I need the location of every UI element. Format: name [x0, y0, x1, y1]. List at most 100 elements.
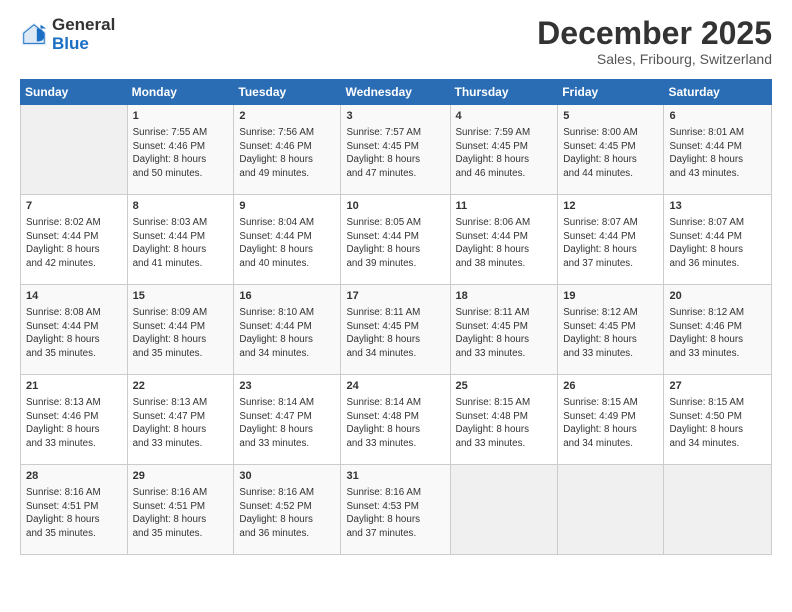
calendar-cell: 7Sunrise: 8:02 AMSunset: 4:44 PMDaylight… [21, 195, 128, 285]
calendar-cell: 31 Sunrise: 8:16 AMSunset: 4:53 PMDayligh… [341, 465, 450, 555]
day-number: 1 [133, 109, 229, 124]
calendar-week-row: 14 Sunrise: 8:08 AMSunset: 4:44 PMDayligh… [21, 285, 772, 375]
day-number: 23 [239, 379, 335, 394]
day-info: Sunrise: 8:16 AMSunset: 4:51 PMDaylight:… [133, 486, 229, 541]
day-number: 12 [563, 199, 658, 214]
calendar: SundayMondayTuesdayWednesdayThursdayFrid… [20, 79, 772, 555]
day-info: Sunrise: 8:12 AMSunset: 4:45 PMDaylight:… [563, 306, 658, 361]
day-info: Sunrise: 8:14 AMSunset: 4:47 PMDaylight:… [239, 396, 335, 451]
day-number: 6 [669, 109, 766, 124]
day-info: Sunrise: 8:09 AMSunset: 4:44 PMDaylight:… [133, 306, 229, 361]
day-number: 11 [456, 199, 553, 214]
weekday-header: Friday [558, 80, 664, 105]
page: General Blue December 2025 Sales, Fribou… [0, 0, 792, 612]
day-number: 18 [456, 289, 553, 304]
calendar-cell: 17Sunrise: 8:11 AMSunset: 4:45 PMDayligh… [341, 285, 450, 375]
calendar-cell: 20Sunrise: 8:12 AMSunset: 4:46 PMDayligh… [664, 285, 772, 375]
header: General Blue December 2025 Sales, Fribou… [20, 16, 772, 67]
day-number: 24 [346, 379, 444, 394]
day-info: Sunrise: 7:57 AMSunset: 4:45 PMDaylight:… [346, 126, 444, 181]
calendar-cell: 6Sunrise: 8:01 AMSunset: 4:44 PMDaylight… [664, 105, 772, 195]
calendar-cell: 3 Sunrise: 7:57 AMSunset: 4:45 PMDaylight… [341, 105, 450, 195]
day-number: 31 [346, 469, 444, 484]
day-info: Sunrise: 7:55 AMSunset: 4:46 PMDaylight:… [133, 126, 229, 181]
calendar-cell: 16 Sunrise: 8:10 AMSunset: 4:44 PMDayligh… [234, 285, 341, 375]
day-info: Sunrise: 8:14 AMSunset: 4:48 PMDaylight:… [346, 396, 444, 451]
calendar-cell: 23 Sunrise: 8:14 AMSunset: 4:47 PMDayligh… [234, 375, 341, 465]
calendar-cell: 5 Sunrise: 8:00 AMSunset: 4:45 PMDaylight… [558, 105, 664, 195]
day-number: 30 [239, 469, 335, 484]
day-info: Sunrise: 8:15 AMSunset: 4:50 PMDaylight:… [669, 396, 766, 451]
calendar-cell: 28Sunrise: 8:16 AMSunset: 4:51 PMDayligh… [21, 465, 128, 555]
day-info: Sunrise: 7:56 AMSunset: 4:46 PMDaylight:… [239, 126, 335, 181]
day-info: Sunrise: 8:16 AMSunset: 4:53 PMDaylight:… [346, 486, 444, 541]
day-number: 20 [669, 289, 766, 304]
calendar-week-row: 1 Sunrise: 7:55 AMSunset: 4:46 PMDaylight… [21, 105, 772, 195]
day-number: 14 [26, 289, 122, 304]
day-number: 4 [456, 109, 553, 124]
day-number: 16 [239, 289, 335, 304]
calendar-cell: 21Sunrise: 8:13 AMSunset: 4:46 PMDayligh… [21, 375, 128, 465]
calendar-cell [21, 105, 128, 195]
calendar-cell: 14 Sunrise: 8:08 AMSunset: 4:44 PMDayligh… [21, 285, 128, 375]
location: Sales, Fribourg, Switzerland [537, 51, 772, 67]
day-number: 9 [239, 199, 335, 214]
calendar-cell: 2 Sunrise: 7:56 AMSunset: 4:46 PMDaylight… [234, 105, 341, 195]
day-number: 29 [133, 469, 229, 484]
day-info: Sunrise: 8:15 AMSunset: 4:48 PMDaylight:… [456, 396, 553, 451]
calendar-cell: 29 Sunrise: 8:16 AMSunset: 4:51 PMDayligh… [127, 465, 234, 555]
day-number: 3 [346, 109, 444, 124]
calendar-cell: 19 Sunrise: 8:12 AMSunset: 4:45 PMDayligh… [558, 285, 664, 375]
calendar-cell [664, 465, 772, 555]
calendar-cell: 13 Sunrise: 8:07 AMSunset: 4:44 PMDayligh… [664, 195, 772, 285]
day-info: Sunrise: 8:15 AMSunset: 4:49 PMDaylight:… [563, 396, 658, 451]
logo-text: General Blue [52, 16, 115, 53]
calendar-cell: 10 Sunrise: 8:05 AMSunset: 4:44 PMDayligh… [341, 195, 450, 285]
weekday-header: Tuesday [234, 80, 341, 105]
title-block: December 2025 Sales, Fribourg, Switzerla… [537, 16, 772, 67]
calendar-cell [450, 465, 558, 555]
day-number: 19 [563, 289, 658, 304]
weekday-header: Thursday [450, 80, 558, 105]
calendar-cell: 25 Sunrise: 8:15 AMSunset: 4:48 PMDayligh… [450, 375, 558, 465]
calendar-cell: 9 Sunrise: 8:04 AMSunset: 4:44 PMDaylight… [234, 195, 341, 285]
calendar-cell: 12Sunrise: 8:07 AMSunset: 4:44 PMDayligh… [558, 195, 664, 285]
calendar-cell: 27Sunrise: 8:15 AMSunset: 4:50 PMDayligh… [664, 375, 772, 465]
day-info: Sunrise: 8:05 AMSunset: 4:44 PMDaylight:… [346, 216, 444, 271]
day-number: 21 [26, 379, 122, 394]
logo-blue: Blue [52, 34, 89, 53]
day-number: 10 [346, 199, 444, 214]
calendar-week-row: 21Sunrise: 8:13 AMSunset: 4:46 PMDayligh… [21, 375, 772, 465]
day-info: Sunrise: 8:10 AMSunset: 4:44 PMDaylight:… [239, 306, 335, 361]
day-number: 2 [239, 109, 335, 124]
day-info: Sunrise: 8:03 AMSunset: 4:44 PMDaylight:… [133, 216, 229, 271]
day-info: Sunrise: 7:59 AMSunset: 4:45 PMDaylight:… [456, 126, 553, 181]
calendar-week-row: 7Sunrise: 8:02 AMSunset: 4:44 PMDaylight… [21, 195, 772, 285]
day-number: 13 [669, 199, 766, 214]
calendar-cell: 11Sunrise: 8:06 AMSunset: 4:44 PMDayligh… [450, 195, 558, 285]
calendar-cell: 1 Sunrise: 7:55 AMSunset: 4:46 PMDaylight… [127, 105, 234, 195]
day-info: Sunrise: 8:07 AMSunset: 4:44 PMDaylight:… [669, 216, 766, 271]
day-info: Sunrise: 8:11 AMSunset: 4:45 PMDaylight:… [456, 306, 553, 361]
month-title: December 2025 [537, 16, 772, 51]
logo-general: General [52, 15, 115, 34]
day-info: Sunrise: 8:13 AMSunset: 4:47 PMDaylight:… [133, 396, 229, 451]
logo-icon [20, 21, 48, 49]
day-number: 28 [26, 469, 122, 484]
day-info: Sunrise: 8:00 AMSunset: 4:45 PMDaylight:… [563, 126, 658, 181]
calendar-cell: 26 Sunrise: 8:15 AMSunset: 4:49 PMDayligh… [558, 375, 664, 465]
day-number: 25 [456, 379, 553, 394]
day-info: Sunrise: 8:04 AMSunset: 4:44 PMDaylight:… [239, 216, 335, 271]
calendar-cell: 15Sunrise: 8:09 AMSunset: 4:44 PMDayligh… [127, 285, 234, 375]
day-info: Sunrise: 8:16 AMSunset: 4:52 PMDaylight:… [239, 486, 335, 541]
day-number: 8 [133, 199, 229, 214]
calendar-cell: 30 Sunrise: 8:16 AMSunset: 4:52 PMDayligh… [234, 465, 341, 555]
day-number: 5 [563, 109, 658, 124]
weekday-header: Monday [127, 80, 234, 105]
day-info: Sunrise: 8:08 AMSunset: 4:44 PMDaylight:… [26, 306, 122, 361]
calendar-cell: 8 Sunrise: 8:03 AMSunset: 4:44 PMDaylight… [127, 195, 234, 285]
calendar-week-row: 28 Sunrise: 8:16 AMSunset: 4:51 PMDayligh… [21, 465, 772, 555]
day-number: 26 [563, 379, 658, 394]
calendar-cell: 22Sunrise: 8:13 AMSunset: 4:47 PMDayligh… [127, 375, 234, 465]
weekday-header: Saturday [664, 80, 772, 105]
